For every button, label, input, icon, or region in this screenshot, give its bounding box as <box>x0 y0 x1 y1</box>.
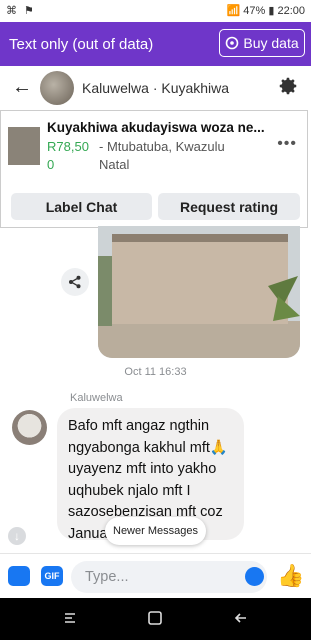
newer-messages-button[interactable]: Newer Messages <box>105 517 206 545</box>
share-icon <box>69 275 81 289</box>
signal-icon <box>226 36 239 50</box>
contact-name[interactable]: Kaluwelwa · Kuyakhiwa <box>82 80 229 96</box>
message-timestamp: Oct 11 16:33 <box>124 366 187 378</box>
listing-card: Kuyakhiwa akudayiswa woza ne... R78,50 0… <box>0 110 308 228</box>
listing-thumbnail[interactable] <box>8 127 40 165</box>
share-button[interactable] <box>61 268 89 296</box>
status-bar: ⌘ ⚑ 📶 47% ▮ 22:00 <box>0 0 311 22</box>
more-options-icon[interactable]: ••• <box>277 135 297 153</box>
shared-photo[interactable] <box>98 226 300 358</box>
chat-header: ← Kaluwelwa · Kuyakhiwa <box>0 66 311 110</box>
label-chat-button[interactable]: Label Chat <box>11 193 152 220</box>
like-icon[interactable]: 👍 <box>277 563 304 589</box>
buy-data-label: Buy data <box>243 35 299 51</box>
status-icons-right: 📶 47% ▮ 22:00 <box>226 5 305 17</box>
listing-location-cont: Natal <box>99 157 130 172</box>
avatar[interactable] <box>40 71 74 105</box>
listing-price-cont: 0 <box>47 157 55 172</box>
back-nav-icon[interactable] <box>233 610 249 626</box>
message-input-placeholder: Type... <box>85 569 129 585</box>
system-nav-bar <box>0 598 311 640</box>
home-icon[interactable] <box>147 610 163 626</box>
sender-avatar[interactable] <box>12 410 47 445</box>
recent-apps-icon[interactable] <box>62 610 78 626</box>
back-arrow-icon[interactable]: ← <box>12 76 32 99</box>
camera-icon[interactable] <box>8 566 30 586</box>
gif-icon[interactable]: GIF <box>41 566 63 586</box>
data-banner: Text only (out of data) Buy data <box>0 22 311 66</box>
request-rating-button[interactable]: Request rating <box>158 193 300 220</box>
banner-text: Text only (out of data) <box>9 36 154 53</box>
scroll-down-icon[interactable]: ↓ <box>8 527 26 545</box>
sender-name: Kaluwelwa <box>70 392 123 404</box>
buy-data-button[interactable]: Buy data <box>219 29 305 57</box>
wall-photo-illustration <box>98 226 300 358</box>
status-icons-left: ⌘ ⚑ <box>6 5 36 17</box>
gear-icon[interactable] <box>277 75 299 97</box>
listing-price: R78,50 <box>47 139 89 154</box>
message-input[interactable]: Type... <box>71 561 267 593</box>
emoji-icon[interactable] <box>245 567 264 586</box>
listing-title[interactable]: Kuyakhiwa akudayiswa woza ne... <box>47 120 277 135</box>
composer-bar: GIF Type... 👍 <box>0 553 311 599</box>
listing-location: - Mtubatuba, Kwazulu <box>99 139 225 154</box>
